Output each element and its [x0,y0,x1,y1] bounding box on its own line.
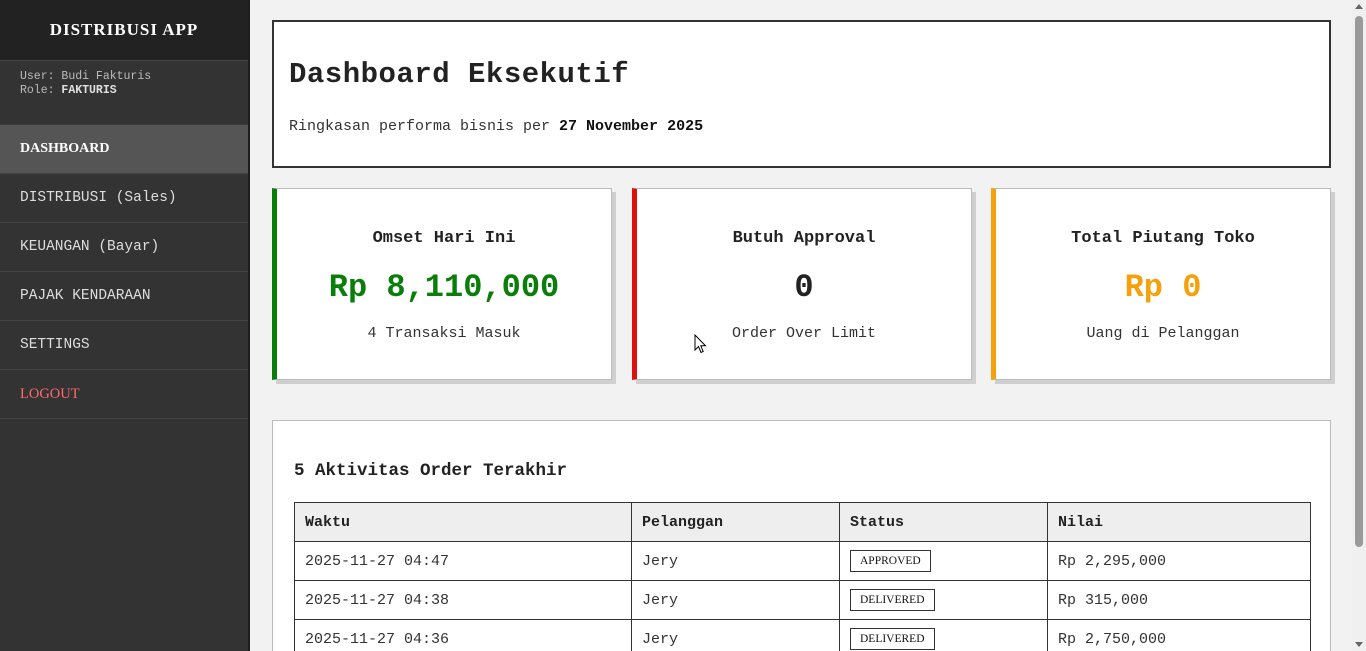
column-header: Pelanggan [631,502,840,542]
cell-waktu: 2025-11-27 04:38 [294,580,632,620]
cell-pelanggan: Jery [631,580,840,620]
card-title: Total Piutang Toko [1071,229,1255,248]
table-row: 2025-11-27 04:38 Jery DELIVERED Rp 315,0… [294,580,1311,620]
table-header-row: Waktu Pelanggan Status Nilai [294,502,1311,542]
column-header: Waktu [294,502,632,542]
cell-pelanggan: Jery [631,619,840,651]
role-line: Role: FAKTURIS [20,84,228,98]
column-header: Nilai [1047,502,1311,542]
sidebar: DISTRIBUSI APP User: Budi Fakturis Role:… [0,0,250,651]
main-content: Dashboard Eksekutif Ringkasan performa b… [252,0,1352,651]
cell-pelanggan: Jery [631,541,840,581]
status-badge: DELIVERED [850,589,935,611]
scroll-thumb[interactable] [1355,16,1363,547]
card-title: Omset Hari Ini [372,229,516,248]
vertical-scrollbar[interactable] [1352,0,1366,651]
cell-nilai: Rp 2,295,000 [1047,541,1311,581]
page-title: Dashboard Eksekutif [289,58,630,91]
recent-orders-panel: 5 Aktivitas Order Terakhir Waktu Pelangg… [272,420,1331,651]
sidebar-item-dashboard[interactable]: DASHBOARD [0,125,248,174]
cell-status: DELIVERED [839,580,1048,620]
column-header: Status [839,502,1048,542]
status-badge: DELIVERED [850,628,935,650]
card-subtext: 4 Transaksi Masuk [367,325,521,342]
card-subtext: Uang di Pelanggan [1086,325,1240,342]
subtitle-text: Ringkasan performa bisnis per [289,118,560,135]
card-title: Butuh Approval [732,229,876,248]
role-value: FAKTURIS [61,84,117,97]
orders-table: Waktu Pelanggan Status Nilai 2025-11-27 … [294,502,1311,651]
table-row: 2025-11-27 04:36 Jery DELIVERED Rp 2,750… [294,619,1311,651]
card-value: Rp 8,110,000 [328,269,560,306]
sidebar-item-keuangan[interactable]: KEUANGAN (Bayar) [0,223,248,272]
card-value: Rp 0 [1124,269,1202,306]
user-line: User: Budi Fakturis [20,70,228,84]
cell-waktu: 2025-11-27 04:47 [294,541,632,581]
section-title: 5 Aktivitas Order Terakhir [294,461,568,481]
mouse-cursor-icon [694,334,707,354]
scroll-down-arrow-icon[interactable] [1355,642,1363,647]
card-omset: Omset Hari Ini Rp 8,110,000 4 Transaksi … [272,188,612,380]
app-brand: DISTRIBUSI APP [0,0,248,61]
page-header: Dashboard Eksekutif Ringkasan performa b… [272,20,1331,168]
table-row: 2025-11-27 04:47 Jery APPROVED Rp 2,295,… [294,541,1311,581]
report-date: 27 November 2025 [559,118,704,135]
sidebar-item-settings[interactable]: SETTINGS [0,321,248,370]
cell-nilai: Rp 315,000 [1047,580,1311,620]
user-label: User: [20,70,62,83]
cell-status: DELIVERED [839,619,1048,651]
sidebar-item-pajak-kendaraan[interactable]: PAJAK KENDARAAN [0,272,248,321]
page-subtitle: Ringkasan performa bisnis per 27 Novembe… [289,118,703,135]
role-label: Role: [20,84,62,97]
sidebar-item-distribusi[interactable]: DISTRIBUSI (Sales) [0,174,248,223]
card-approval: Butuh Approval 0 Order Over Limit [632,188,972,380]
user-name: Budi Fakturis [61,70,152,83]
card-piutang: Total Piutang Toko Rp 0 Uang di Pelangga… [991,188,1331,380]
card-subtext: Order Over Limit [731,325,877,342]
cell-waktu: 2025-11-27 04:36 [294,619,632,651]
scroll-up-arrow-icon[interactable] [1355,4,1363,9]
cell-status: APPROVED [839,541,1048,581]
user-info: User: Budi Fakturis Role: FAKTURIS [0,61,248,125]
sidebar-item-logout[interactable]: LOGOUT [0,370,248,419]
cell-nilai: Rp 2,750,000 [1047,619,1311,651]
card-value: 0 [794,269,814,306]
status-badge: APPROVED [850,550,931,572]
